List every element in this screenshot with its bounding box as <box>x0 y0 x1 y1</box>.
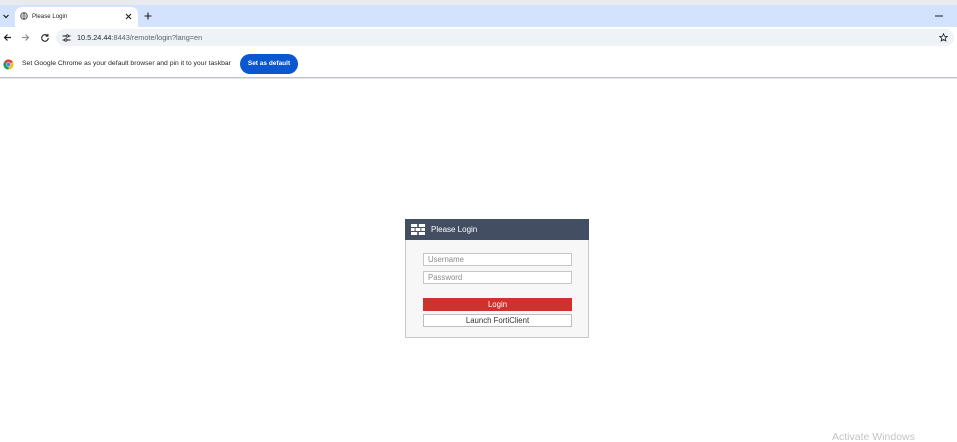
reload-icon <box>40 33 50 43</box>
star-icon <box>939 33 948 42</box>
activate-windows-watermark: Activate Windows <box>832 431 915 442</box>
minimize-icon <box>935 15 943 17</box>
url-host: 10.5.24.44 <box>77 33 112 42</box>
chevron-down-icon <box>2 12 10 20</box>
infobar-message: Set Google Chrome as your default browse… <box>22 60 231 67</box>
password-input[interactable] <box>423 271 572 284</box>
launch-forticlient-button[interactable]: Launch FortiClient <box>423 314 572 327</box>
tab-close-button[interactable] <box>123 11 134 22</box>
tab-search-button[interactable] <box>0 10 12 21</box>
tune-icon <box>62 34 71 42</box>
address-bar[interactable]: 10.5.24.44:8443/remote/login?lang=en <box>56 29 954 46</box>
fortinet-logo-icon <box>411 224 425 235</box>
bookmark-button[interactable] <box>938 32 949 43</box>
reload-button[interactable] <box>39 32 50 43</box>
site-info-button[interactable] <box>61 33 72 43</box>
login-panel: Please Login Login Launch FortiClient <box>405 219 589 338</box>
chrome-logo-icon <box>3 59 14 70</box>
forward-button[interactable] <box>20 32 31 43</box>
username-input[interactable] <box>423 253 572 266</box>
close-icon <box>125 13 132 20</box>
set-as-default-button[interactable]: Set as default <box>240 54 298 74</box>
tab-title: Please Login <box>32 13 68 20</box>
browser-window: Please Login 10.5.24.44:8443/remote/logi… <box>0 0 957 442</box>
url-path: :8443/remote/login?lang=en <box>111 33 203 42</box>
tab-please-login[interactable]: Please Login <box>15 7 138 27</box>
url-text[interactable]: 10.5.24.44:8443/remote/login?lang=en <box>77 32 202 43</box>
back-arrow-icon <box>3 33 12 42</box>
login-title: Please Login <box>431 225 478 234</box>
login-button[interactable]: Login <box>423 298 572 311</box>
back-button[interactable] <box>2 32 13 43</box>
plus-icon <box>144 12 152 20</box>
new-tab-button[interactable] <box>142 10 153 21</box>
globe-icon <box>20 12 28 20</box>
forward-arrow-icon <box>21 33 30 42</box>
minimize-button[interactable] <box>933 10 945 21</box>
login-header: Please Login <box>405 219 589 240</box>
infobar-divider-shadow <box>0 78 957 79</box>
